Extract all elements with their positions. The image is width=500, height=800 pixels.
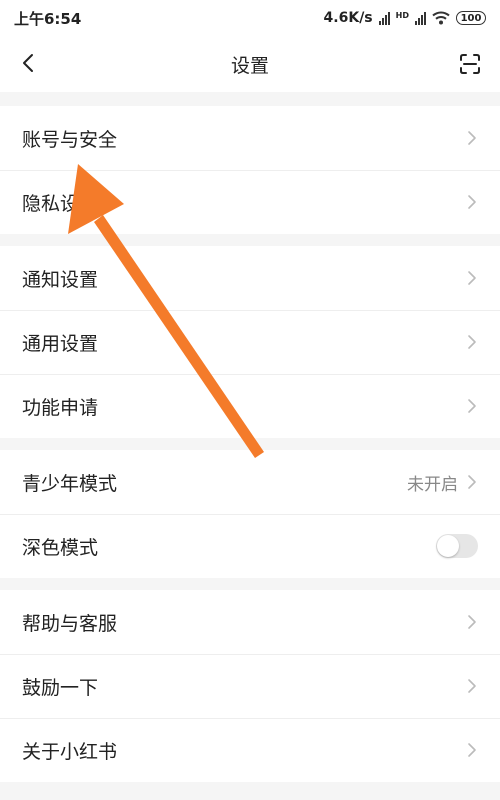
settings-item-label: 鼓励一下: [22, 676, 99, 699]
settings-item-feature-request[interactable]: 功能申请: [0, 374, 500, 438]
settings-group-modes: 青少年模式 未开启 深色模式: [0, 450, 500, 578]
dark-mode-toggle[interactable]: [436, 534, 478, 558]
settings-item-dark-mode: 深色模式: [0, 514, 500, 578]
wifi-icon: [432, 11, 450, 25]
back-icon[interactable]: [18, 52, 40, 74]
status-indicators: 4.6K/s HD 100: [324, 10, 486, 26]
toggle-knob: [437, 535, 459, 557]
status-time: 上午6:54: [14, 9, 82, 28]
settings-item-label: 功能申请: [22, 396, 99, 419]
settings-group-general: 通知设置 通用设置 功能申请: [0, 246, 500, 438]
settings-group-about: 帮助与客服 鼓励一下 关于小红书: [0, 590, 500, 782]
chevron-right-icon: [468, 335, 476, 349]
settings-item-notifications[interactable]: 通知设置: [0, 246, 500, 310]
settings-item-account-security[interactable]: 账号与安全: [0, 106, 500, 170]
scan-icon[interactable]: [458, 52, 482, 76]
settings-item-label: 隐私设置: [22, 192, 99, 215]
signal-icon-2: [415, 11, 426, 25]
settings-item-teen-mode[interactable]: 青少年模式 未开启: [0, 450, 500, 514]
network-speed: 4.6K/s: [323, 10, 373, 26]
settings-item-label: 青少年模式: [22, 472, 118, 495]
settings-group-account: 账号与安全 隐私设置: [0, 106, 500, 234]
chevron-right-icon: [468, 743, 476, 757]
settings-item-label: 通用设置: [22, 332, 99, 355]
chevron-right-icon: [468, 475, 476, 489]
settings-item-help[interactable]: 帮助与客服: [0, 590, 500, 654]
settings-item-label: 帮助与客服: [22, 612, 118, 635]
settings-item-label: 通知设置: [22, 268, 99, 291]
settings-item-rate[interactable]: 鼓励一下: [0, 654, 500, 718]
chevron-right-icon: [468, 271, 476, 285]
battery-icon: 100: [456, 11, 486, 25]
chevron-right-icon: [468, 615, 476, 629]
settings-item-about[interactable]: 关于小红书: [0, 718, 500, 782]
chevron-right-icon: [468, 679, 476, 693]
hd-label: HD: [395, 11, 409, 20]
nav-bar: 设置: [0, 36, 500, 92]
chevron-right-icon: [468, 131, 476, 145]
settings-item-label: 深色模式: [22, 536, 99, 559]
settings-item-label: 关于小红书: [22, 740, 118, 763]
teen-mode-status: 未开启: [407, 474, 458, 495]
chevron-right-icon: [468, 399, 476, 413]
settings-item-general[interactable]: 通用设置: [0, 310, 500, 374]
chevron-right-icon: [468, 195, 476, 209]
settings-item-label: 账号与安全: [22, 128, 118, 151]
signal-icon: [378, 11, 390, 25]
settings-list: 账号与安全 隐私设置 通知设置 通用设置 功能申请 青少年模式 未开启 深色模式…: [0, 106, 500, 794]
status-bar: 上午6:54 4.6K/s HD 100: [0, 0, 500, 36]
page-title: 设置: [230, 54, 269, 77]
settings-item-privacy[interactable]: 隐私设置: [0, 170, 500, 234]
